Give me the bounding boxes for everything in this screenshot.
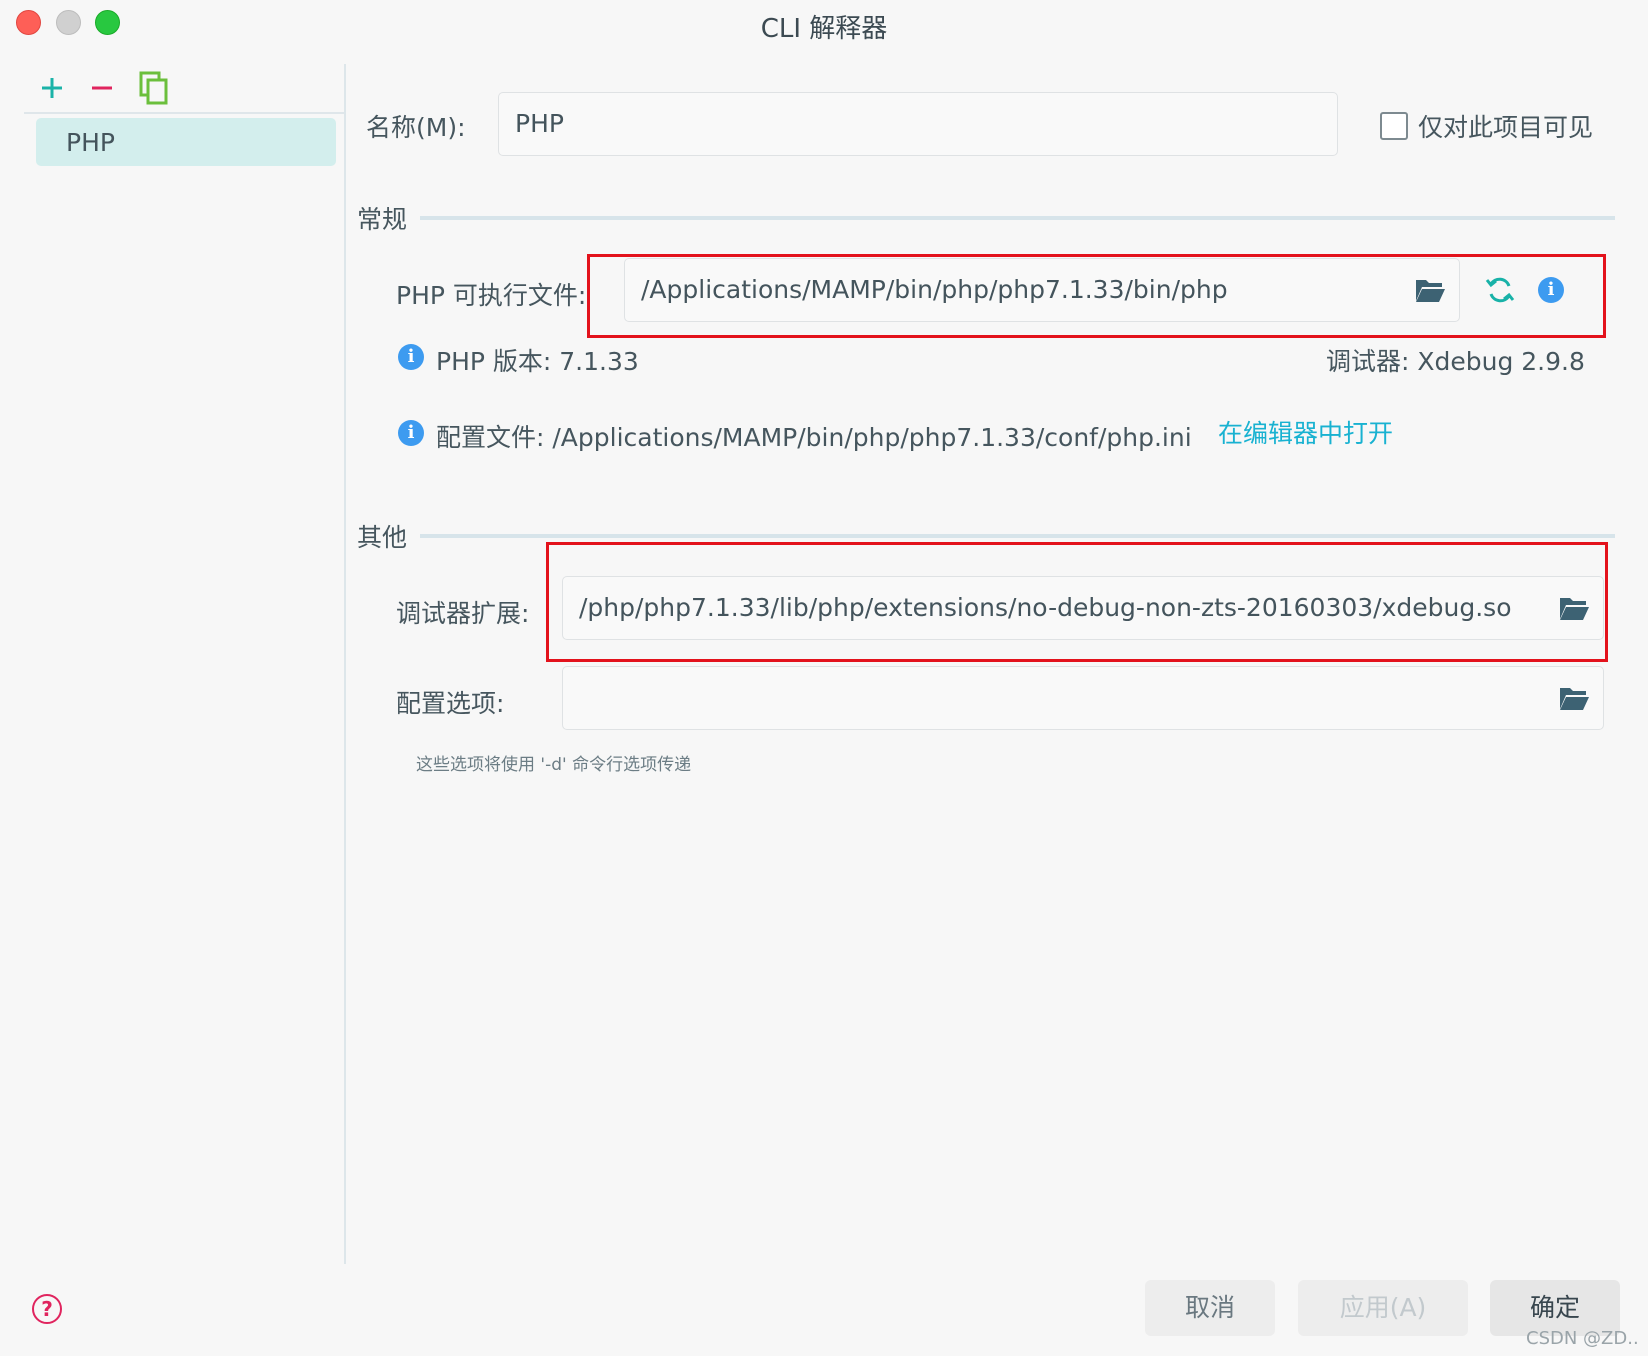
copy-interpreter-button[interactable] [136,70,172,106]
minus-icon [92,86,112,90]
toolbar-divider [24,112,344,114]
highlight-box-executable [587,254,1606,338]
name-input[interactable]: PHP [498,92,1338,156]
copy-icon [139,71,168,105]
cli-interpreter-dialog: CLI 解释器 PHP 名称(M): PHP 仅对此项目可见 常规 PHP 可执… [0,0,1648,1356]
add-interpreter-button[interactable] [34,70,70,106]
panel-divider [344,64,346,1264]
project-only-label: 仅对此项目可见 [1418,113,1594,142]
other-section-title: 其他 [357,523,408,552]
name-input-value: PHP [515,109,564,138]
open-in-editor-link[interactable]: 在编辑器中打开 [1218,414,1393,450]
config-options-input[interactable] [562,666,1604,730]
watermark: CSDN @ZD.. [1526,1328,1639,1349]
cancel-button[interactable]: 取消 [1145,1280,1275,1336]
interpreter-list-item[interactable]: PHP [36,118,336,166]
window-title: CLI 解释器 [760,14,888,44]
version-info-icon: i [398,344,424,370]
php-executable-label: PHP 可执行文件: [396,281,587,310]
debugger-version-text: 调试器: Xdebug 2.9.8 [1326,347,1585,376]
general-section-divider [420,216,1615,220]
config-options-label: 配置选项: [396,689,505,718]
title-bar: CLI 解释器 [0,0,1648,50]
general-section-title: 常规 [357,205,408,234]
apply-button[interactable]: 应用(A) [1298,1280,1468,1336]
config-options-hint: 这些选项将使用 '-d' 命令行选项传递 [416,755,692,775]
project-only-checkbox[interactable] [1380,112,1408,140]
debugger-extension-label: 调试器扩展: [396,599,530,628]
highlight-box-extension [546,542,1608,662]
remove-interpreter-button[interactable] [84,70,120,106]
help-icon[interactable]: ? [32,1294,62,1324]
name-label: 名称(M): [366,113,466,142]
config-file-text: 配置文件: /Applications/MAMP/bin/php/php7.1.… [436,423,1192,452]
config-info-icon: i [398,420,424,446]
php-version-text: PHP 版本: 7.1.33 [436,347,639,376]
folder-open-icon[interactable] [1558,684,1590,712]
other-section-divider [420,534,1615,538]
plus-icon [42,78,62,98]
